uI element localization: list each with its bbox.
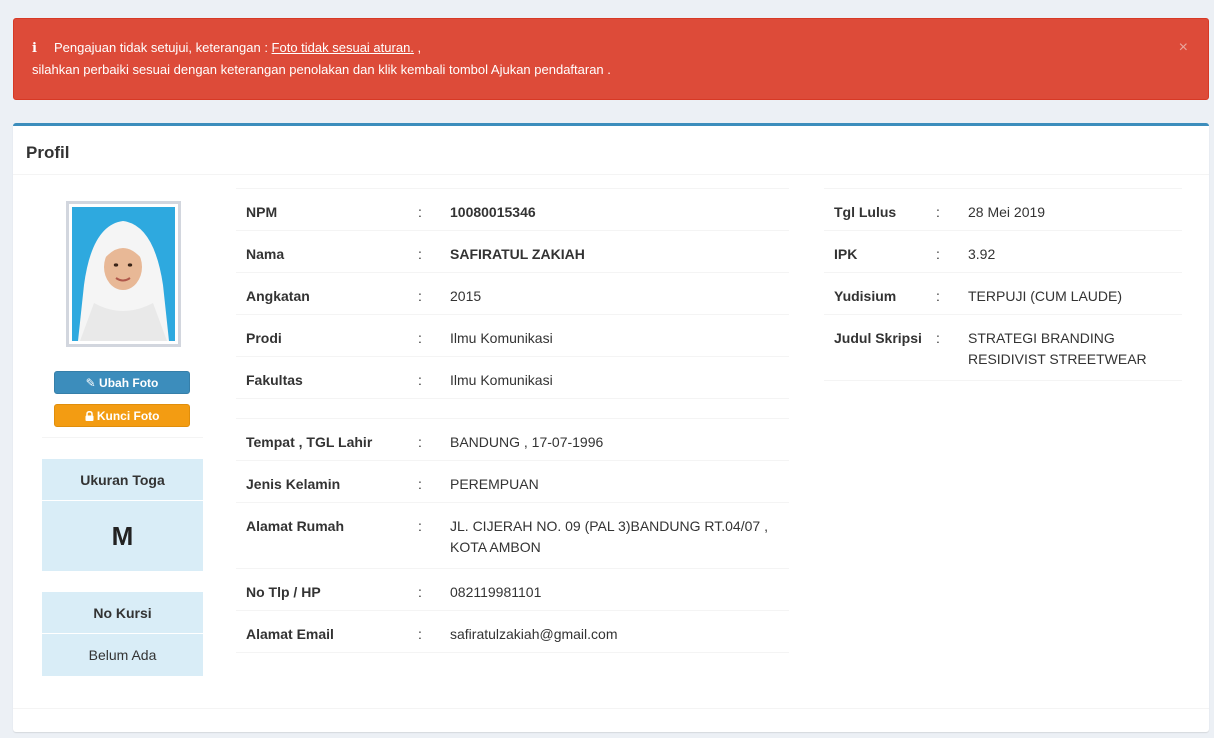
- table-row: Angkatan:2015: [236, 272, 789, 315]
- sidebar-divider: [42, 437, 203, 438]
- ubah-foto-label: Ubah Foto: [99, 376, 159, 390]
- no-kursi-box: No Kursi Belum Ada: [42, 592, 203, 676]
- alert-reason-link[interactable]: Foto tidak sesuai aturan.: [272, 40, 414, 55]
- no-kursi-label: No Kursi: [42, 592, 203, 634]
- row-value: PEREMPUAN: [440, 460, 789, 503]
- row-value: SAFIRATUL ZAKIAH: [440, 230, 789, 273]
- graduation-info-table: Tgl Lulus:28 Mei 2019 IPK:3.92 Yudisium: TE…: [824, 188, 1182, 381]
- row-separator: :: [418, 610, 440, 653]
- table-row: IPK:3.92: [824, 230, 1182, 273]
- row-value: STRATEGI BRANDING RESIDIVIST STREETWEAR: [958, 314, 1182, 381]
- row-label: Yudisium: [824, 272, 936, 315]
- row-value: 082119981101: [440, 568, 789, 611]
- row-value: Ilmu Komunikasi: [440, 356, 789, 399]
- row-value: TERPUJI (CUM LAUDE): [958, 272, 1182, 315]
- row-label: Nama: [236, 230, 418, 273]
- table-row: Judul Skripsi: STRATEGI BRANDING RESIDIVI…: [824, 314, 1182, 381]
- table-spacer-row: [236, 398, 789, 419]
- info-icon: i: [32, 41, 37, 56]
- row-value: 2015: [440, 272, 789, 315]
- row-label: Alamat Email: [236, 610, 418, 653]
- table-row: Alamat Rumah: JL. CIJERAH NO. 09 (PAL 3)B…: [236, 502, 789, 569]
- row-value: 28 Mei 2019: [958, 188, 1182, 231]
- student-info-table: NPM:10080015346 Nama: SAFIRATUL ZAKIAH Angk…: [236, 188, 789, 653]
- no-kursi-value: Belum Ada: [88, 647, 157, 663]
- row-label: Jenis Kelamin: [236, 460, 418, 503]
- page-title: Profil: [26, 143, 70, 162]
- close-icon[interactable]: ×: [1179, 37, 1188, 58]
- ukuran-toga-label: Ukuran Toga: [42, 459, 203, 501]
- person-photo-icon: [72, 207, 175, 341]
- row-value: safiratulzakiah@gmail.com: [440, 610, 789, 653]
- table-row: Tempat , TGL Lahir: BANDUNG , 17-07-1996: [236, 418, 789, 461]
- row-value: 10080015346: [440, 188, 789, 231]
- row-value: BANDUNG , 17-07-1996: [440, 418, 789, 461]
- row-separator: :: [418, 188, 440, 231]
- kunci-foto-label: Kunci Foto: [96, 409, 160, 423]
- table-row: Yudisium: TERPUJI (CUM LAUDE): [824, 272, 1182, 315]
- row-separator: :: [418, 314, 440, 357]
- row-label: IPK: [824, 230, 936, 273]
- row-separator: :: [418, 418, 440, 461]
- row-separator: :: [936, 272, 958, 315]
- row-value: Ilmu Komunikasi: [440, 314, 789, 357]
- profile-box-header: Profil: [13, 126, 1209, 175]
- table-row: NPM:10080015346: [236, 188, 789, 231]
- profile-photo-frame: [66, 201, 181, 347]
- alert-prefix: Pengajuan tidak setujui, keterangan :: [54, 40, 272, 55]
- table-row: Nama: SAFIRATUL ZAKIAH: [236, 230, 789, 273]
- table-row: Prodi: Ilmu Komunikasi: [236, 314, 789, 357]
- table-row: Jenis Kelamin: PEREMPUAN: [236, 460, 789, 503]
- ukuran-toga-box: Ukuran Toga M: [42, 459, 203, 571]
- row-label: Tgl Lulus: [824, 188, 936, 231]
- row-label: Angkatan: [236, 272, 418, 315]
- row-separator: :: [418, 230, 440, 273]
- row-separator: :: [418, 460, 440, 503]
- profile-box: Profil ✎ Ubah Foto Kunci Foto Ukuran Tog…: [13, 123, 1209, 732]
- row-label: Tempat , TGL Lahir: [236, 418, 418, 461]
- alert-line-2: silahkan perbaiki sesuai dengan keterang…: [32, 62, 611, 77]
- kunci-foto-button[interactable]: Kunci Foto: [54, 404, 190, 427]
- ubah-foto-button[interactable]: ✎ Ubah Foto: [54, 371, 190, 394]
- row-label: No Tlp / HP: [236, 568, 418, 611]
- table-row: Tgl Lulus:28 Mei 2019: [824, 188, 1182, 231]
- table-row: No Tlp / HP:082119981101: [236, 568, 789, 611]
- table-row: Alamat Email: safiratulzakiah@gmail.com: [236, 610, 789, 653]
- row-value: JL. CIJERAH NO. 09 (PAL 3)BANDUNG RT.04/…: [440, 502, 789, 569]
- row-separator: :: [418, 568, 440, 611]
- row-label: Prodi: [236, 314, 418, 357]
- table-row: Fakultas: Ilmu Komunikasi: [236, 356, 789, 399]
- rejection-alert: i Pengajuan tidak setujui, keterangan : F…: [13, 18, 1209, 100]
- alert-suffix: ,: [413, 40, 422, 55]
- row-label: Fakultas: [236, 356, 418, 399]
- row-label: Judul Skripsi: [824, 314, 936, 381]
- row-separator: :: [418, 356, 440, 399]
- row-separator: :: [936, 188, 958, 231]
- row-label: NPM: [236, 188, 418, 231]
- row-value: 3.92: [958, 230, 1182, 273]
- row-separator: :: [418, 272, 440, 315]
- spacer-cell: [236, 398, 789, 419]
- ukuran-toga-value: M: [111, 521, 134, 551]
- row-separator: :: [418, 502, 440, 569]
- row-label: Alamat Rumah: [236, 502, 418, 569]
- row-separator: :: [936, 314, 958, 381]
- profile-box-footer: [13, 708, 1209, 732]
- alert-line-1: i Pengajuan tidak setujui, keterangan : F…: [32, 37, 1188, 59]
- profile-photo: [72, 207, 175, 341]
- row-separator: :: [936, 230, 958, 273]
- lock-icon: [85, 411, 93, 421]
- edit-icon: ✎: [85, 376, 96, 390]
